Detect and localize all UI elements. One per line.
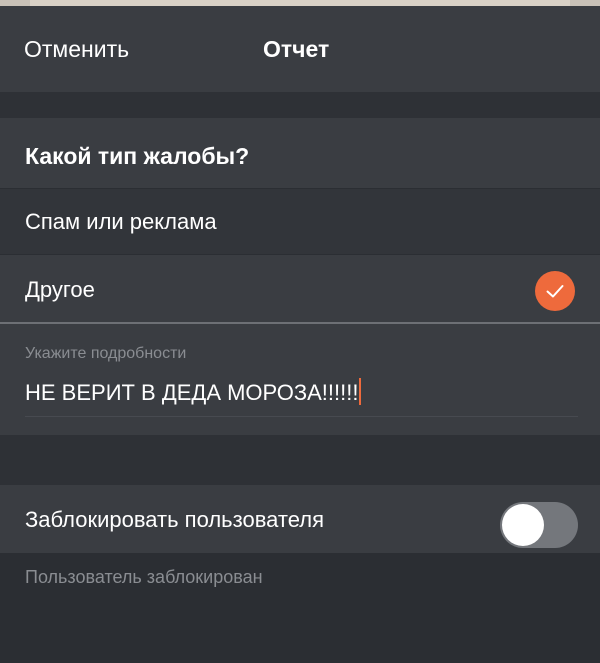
option-spam-label: Спам или реклама (25, 209, 217, 234)
cancel-button[interactable]: Отменить (24, 36, 129, 63)
question-row: Какой тип жалобы? (0, 118, 600, 188)
block-user-label: Заблокировать пользователя (25, 507, 324, 532)
check-icon (535, 271, 575, 311)
text-caret (359, 378, 362, 405)
details-field-label: Укажите подробности (25, 345, 187, 362)
header-bar: Отменить Отчет (0, 6, 600, 92)
user-blocked-note: Пользователь заблокирован (25, 567, 263, 587)
toggle-knob (502, 504, 544, 546)
page-title: Отчет (263, 36, 330, 62)
option-other[interactable]: Другое (0, 255, 600, 322)
details-input[interactable]: НЕ ВЕРИТ В ДЕДА МОРОЗА!!!!!! (25, 378, 362, 406)
details-input-underline (25, 416, 578, 417)
complaint-type-question: Какой тип жалобы? (25, 143, 250, 169)
block-user-row: Заблокировать пользователя (0, 485, 600, 553)
details-input-text: НЕ ВЕРИТ В ДЕДА МОРОЗА!!!!!! (25, 380, 359, 405)
option-other-label: Другое (25, 277, 95, 302)
block-user-toggle[interactable] (500, 502, 578, 548)
section-gap (0, 92, 600, 118)
option-spam[interactable]: Спам или реклама (0, 189, 600, 254)
section-gap (0, 435, 600, 485)
